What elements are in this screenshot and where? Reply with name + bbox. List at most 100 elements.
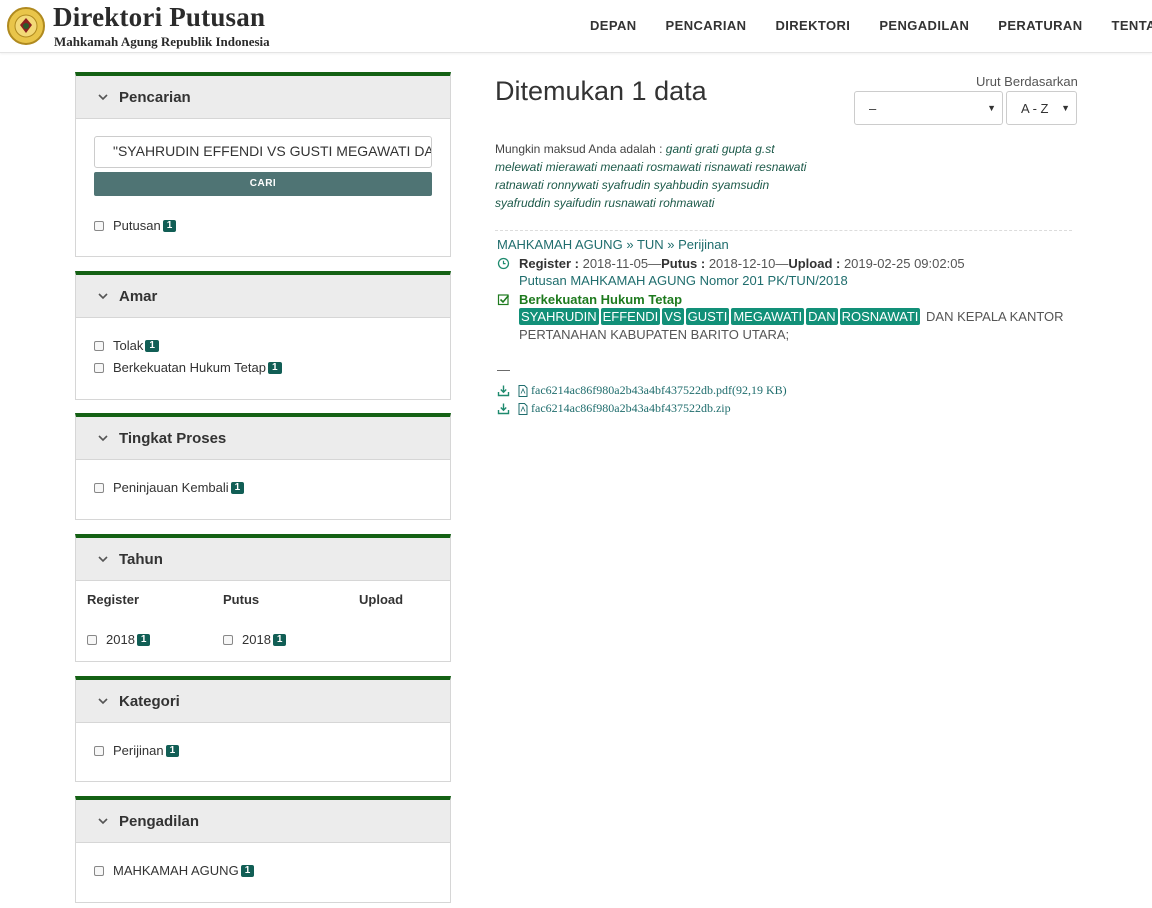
register-value: 2018-11-05 <box>582 256 649 271</box>
register-label: Register : <box>519 256 579 271</box>
file-link-pdf[interactable]: fac6214ac86f980a2b43a4bf437522db.pdf(92,… <box>531 383 787 398</box>
upload-value: 2019-02-25 09:02:05 <box>843 256 965 271</box>
result-title-link[interactable]: Putusan MAHKAMAH AGUNG Nomor 201 PK/TUN/… <box>519 273 848 288</box>
panel-pencarian: Pencarian "SYAHRUDIN EFFENDI VS GUSTI ME… <box>75 72 451 257</box>
checkbox[interactable] <box>94 362 104 373</box>
sort-order-select[interactable]: A - Z ▼ <box>1006 91 1077 125</box>
status-text: Berkekuatan Hukum Tetap <box>519 292 683 307</box>
crumb-separator: » <box>667 237 675 252</box>
file-pdf[interactable]: fac6214ac86f980a2b43a4bf437522db.pdf(92,… <box>497 383 787 398</box>
pdf-file-icon <box>518 384 528 397</box>
clock-icon <box>497 257 510 270</box>
check-square-icon <box>497 294 510 306</box>
count-badge: 1 <box>267 361 282 374</box>
search-button[interactable]: CARI <box>94 172 432 196</box>
nav-tentang[interactable]: TENTANG <box>1112 18 1152 33</box>
nav-depan[interactable]: DEPAN <box>590 18 637 33</box>
highlight-term: DAN <box>806 308 838 325</box>
crumb-tun[interactable]: TUN <box>637 237 664 252</box>
highlight-term: GUSTI <box>685 308 730 325</box>
count-badge: 1 <box>145 339 159 352</box>
panel-title: Amar <box>119 287 158 305</box>
filter-tolak[interactable]: Tolak 1 <box>94 338 159 353</box>
filter-register-2018[interactable]: 2018 1 <box>87 632 151 647</box>
did-you-mean: Mungkin maksud Anda adalah : ganti grati… <box>495 140 815 212</box>
chevron-down-icon <box>98 94 108 101</box>
nav-peraturan[interactable]: PERATURAN <box>998 18 1082 33</box>
filter-label: Berkekuatan Hukum Tetap <box>113 360 266 375</box>
panel-title: Tingkat Proses <box>119 429 227 447</box>
mahkamah-agung-logo-icon[interactable] <box>6 3 46 49</box>
filter-label: 2018 <box>106 632 135 647</box>
count-badge: 1 <box>240 864 255 877</box>
filter-berkekuatan-hukum-tetap[interactable]: Berkekuatan Hukum Tetap 1 <box>94 360 282 375</box>
upload-label: Upload : <box>788 256 841 271</box>
filter-putusan[interactable]: Putusan 1 <box>94 218 177 233</box>
search-input[interactable]: "SYAHRUDIN EFFENDI VS GUSTI MEGAWATI DAN… <box>94 136 432 168</box>
result-breadcrumb: MAHKAMAH AGUNG » TUN » Perijinan <box>497 237 729 252</box>
panel-tingkat-header[interactable]: Tingkat Proses <box>76 417 450 460</box>
sort-field-select[interactable]: – ▼ <box>854 91 1003 125</box>
filter-label: 2018 <box>242 632 271 647</box>
panel-kategori: Kategori Perijinan 1 <box>75 676 451 782</box>
putus-value: 2018-12-10 <box>708 256 776 271</box>
filter-label: MAHKAMAH AGUNG <box>113 863 239 878</box>
count-badge: 1 <box>136 633 151 646</box>
filter-mahkamah-agung[interactable]: MAHKAMAH AGUNG 1 <box>94 863 255 878</box>
panel-pencarian-header[interactable]: Pencarian <box>76 76 450 119</box>
sort-order-value: A - Z <box>1021 100 1049 116</box>
filter-putus-2018[interactable]: 2018 1 <box>223 632 287 647</box>
nav-direktori[interactable]: DIREKTORI <box>775 18 850 33</box>
site-subtitle: Mahkamah Agung Republik Indonesia <box>54 34 270 49</box>
dropdown-arrow-icon: ▼ <box>1061 103 1070 113</box>
download-icon[interactable] <box>497 402 510 415</box>
crumb-perijinan[interactable]: Perijinan <box>678 237 729 252</box>
panel-tahun: Tahun Register Putus Upload 2018 1 2018 … <box>75 534 451 662</box>
crumb-mahkamah-agung[interactable]: MAHKAMAH AGUNG <box>497 237 623 252</box>
checkbox[interactable] <box>94 865 104 876</box>
filter-label: Peninjauan Kembali <box>113 480 229 495</box>
checkbox[interactable] <box>94 482 104 493</box>
checkbox[interactable] <box>94 340 104 351</box>
panel-title: Tahun <box>119 550 163 568</box>
column-putus: Putus <box>223 592 260 607</box>
chevron-down-icon <box>98 435 108 442</box>
panel-title: Kategori <box>119 692 180 710</box>
pdf-file-icon <box>518 402 528 415</box>
dropdown-arrow-icon: ▼ <box>987 103 996 113</box>
checkbox[interactable] <box>87 634 97 645</box>
chevron-down-icon <box>98 698 108 705</box>
crumb-separator: » <box>626 237 634 252</box>
putus-label: Putus : <box>661 256 706 271</box>
divider <box>495 230 1072 231</box>
panel-title: Pencarian <box>119 88 191 106</box>
column-upload: Upload <box>359 592 404 607</box>
highlight-term: EFFENDI <box>600 308 661 325</box>
date-text: Register : 2018-11-05—Putus : 2018-12-10… <box>519 256 965 271</box>
result-dates: Register : 2018-11-05—Putus : 2018-12-10… <box>497 256 965 271</box>
highlight-term: MEGAWATI <box>731 308 805 325</box>
result-snippet: SYAHRUDIN EFFENDI VS GUSTI MEGAWATI DAN ROSNAW… <box>519 308 1079 344</box>
count-badge: 1 <box>272 633 287 646</box>
site-title[interactable]: Direktori Putusan <box>53 2 265 33</box>
filter-perijinan[interactable]: Perijinan 1 <box>94 743 180 758</box>
main-nav: DEPAN PENCARIAN DIREKTORI PENGADILAN PER… <box>590 18 1152 33</box>
download-icon[interactable] <box>497 384 510 397</box>
file-link-zip[interactable]: fac6214ac86f980a2b43a4bf437522db.zip <box>531 401 731 416</box>
filter-peninjauan-kembali[interactable]: Peninjauan Kembali 1 <box>94 480 245 495</box>
nav-pengadilan[interactable]: PENGADILAN <box>879 18 969 33</box>
filter-label: Perijinan <box>113 743 164 758</box>
column-register: Register <box>87 592 140 607</box>
checkbox[interactable] <box>94 745 104 756</box>
panel-tahun-header[interactable]: Tahun <box>76 538 450 581</box>
checkbox[interactable] <box>223 634 233 645</box>
file-zip[interactable]: fac6214ac86f980a2b43a4bf437522db.zip <box>497 401 731 416</box>
filter-label: Tolak <box>113 338 144 353</box>
panel-amar-header[interactable]: Amar <box>76 275 450 318</box>
nav-pencarian[interactable]: PENCARIAN <box>666 18 747 33</box>
filter-label: Putusan <box>113 218 161 233</box>
panel-kategori-header[interactable]: Kategori <box>76 680 450 723</box>
panel-pengadilan-header[interactable]: Pengadilan <box>76 800 450 843</box>
results-title: Ditemukan 1 data <box>495 76 707 106</box>
checkbox[interactable] <box>94 220 104 231</box>
